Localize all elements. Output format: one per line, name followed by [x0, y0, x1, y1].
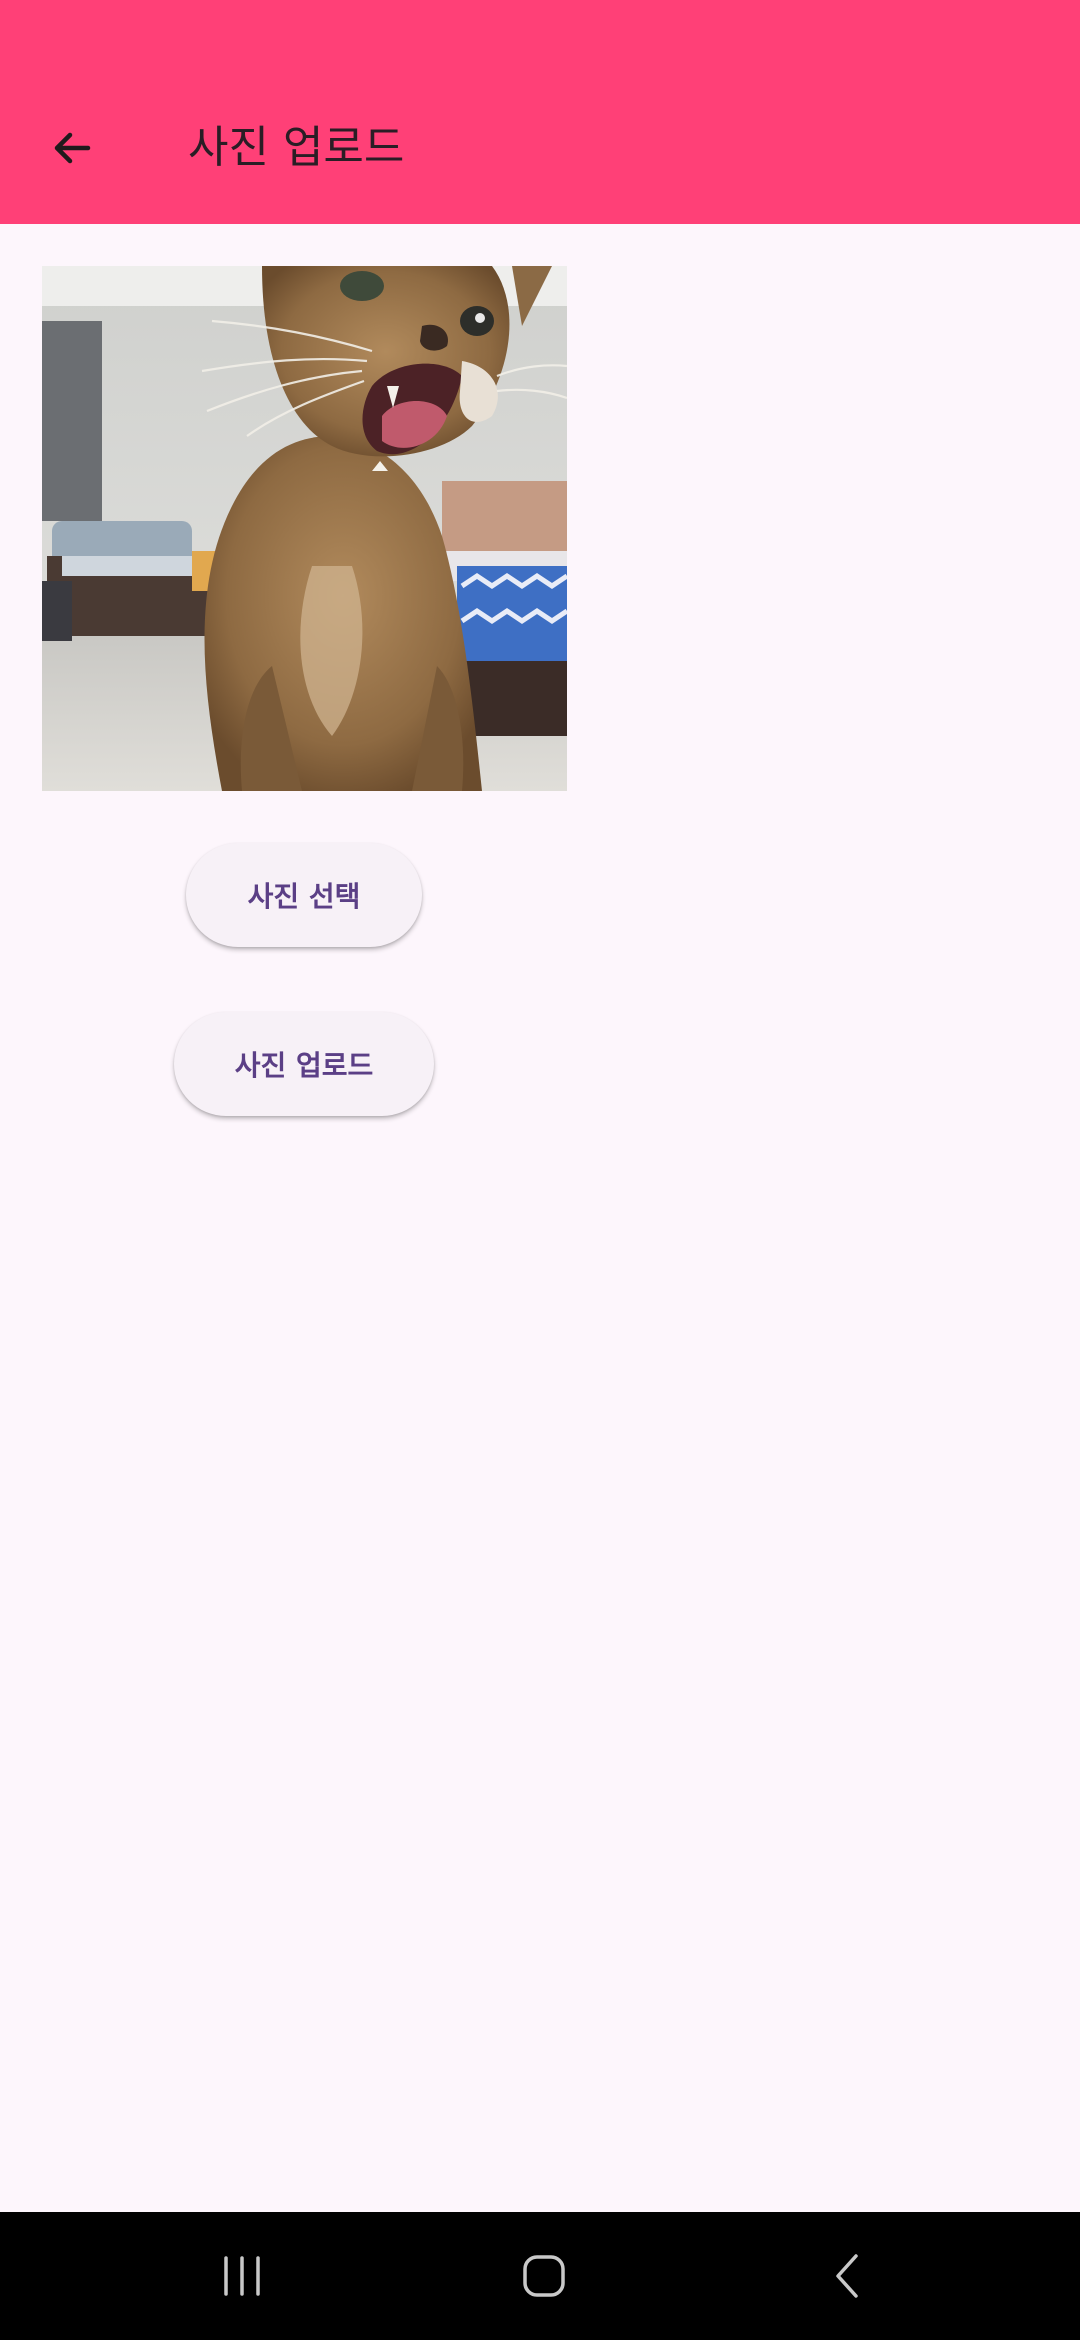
back-icon [836, 2254, 858, 2298]
selected-photo [42, 266, 567, 791]
home-icon [523, 2255, 565, 2297]
back-button[interactable] [36, 112, 108, 184]
cat-photo [42, 266, 567, 791]
main-content: 사진 선택 사진 업로드 [0, 224, 1080, 2212]
app-bar: 사진 업로드 [0, 0, 1080, 224]
system-nav-bar [0, 2212, 1080, 2340]
page-title: 사진 업로드 [188, 122, 405, 173]
recent-apps-icon [224, 2256, 260, 2296]
home-button[interactable] [484, 2236, 604, 2316]
recent-apps-button[interactable] [182, 2236, 302, 2316]
arrow-left-icon [54, 132, 91, 164]
select-photo-button[interactable]: 사진 선택 [186, 843, 422, 947]
upload-photo-button[interactable]: 사진 업로드 [174, 1012, 434, 1116]
back-nav-button[interactable] [788, 2236, 908, 2316]
